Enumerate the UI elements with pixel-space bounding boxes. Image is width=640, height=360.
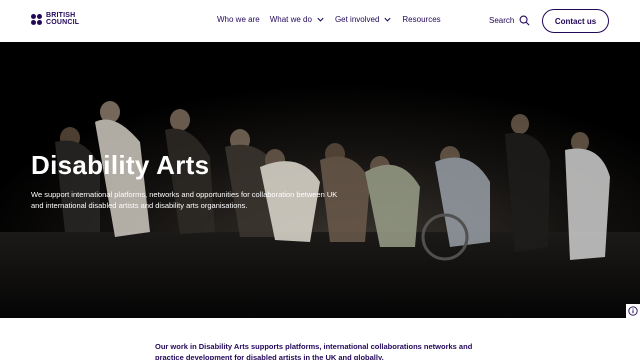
hero-banner: Disability Arts We support international… xyxy=(0,42,640,318)
search-button[interactable]: Search xyxy=(489,15,530,26)
main-nav: Who we are What we do Get involved Resou… xyxy=(217,15,451,24)
nav-label: What we do xyxy=(269,15,312,24)
image-credit-info-button[interactable] xyxy=(626,304,640,318)
chevron-down-icon xyxy=(317,17,324,22)
logo-dots-icon xyxy=(31,13,42,25)
british-council-logo[interactable]: BRITISH COUNCIL xyxy=(31,12,79,26)
search-icon xyxy=(519,15,530,26)
logo-line-2: COUNCIL xyxy=(46,19,80,26)
info-icon xyxy=(628,306,638,316)
nav-what-we-do[interactable]: What we do xyxy=(270,15,325,24)
nav-label: Resources xyxy=(402,15,441,24)
search-label: Search xyxy=(489,16,515,25)
logo-wordmark: BRITISH COUNCIL xyxy=(46,12,79,26)
chevron-down-icon xyxy=(384,17,391,22)
logo-line-1: BRITISH xyxy=(46,12,76,19)
contact-us-button[interactable]: Contact us xyxy=(542,9,609,33)
hero-description: We support international platforms, netw… xyxy=(31,190,338,210)
nav-who-we-are[interactable]: Who we are xyxy=(217,15,260,24)
site-header: BRITISH COUNCIL Who we are What we do Ge… xyxy=(0,0,640,42)
page-title: Disability Arts xyxy=(31,150,210,180)
nav-get-involved[interactable]: Get involved xyxy=(335,15,392,24)
nav-label: Who we are xyxy=(217,15,260,24)
intro-paragraph: Our work in Disability Arts supports pla… xyxy=(155,342,473,360)
nav-label: Get involved xyxy=(334,15,380,24)
nav-resources[interactable]: Resources xyxy=(402,15,440,24)
